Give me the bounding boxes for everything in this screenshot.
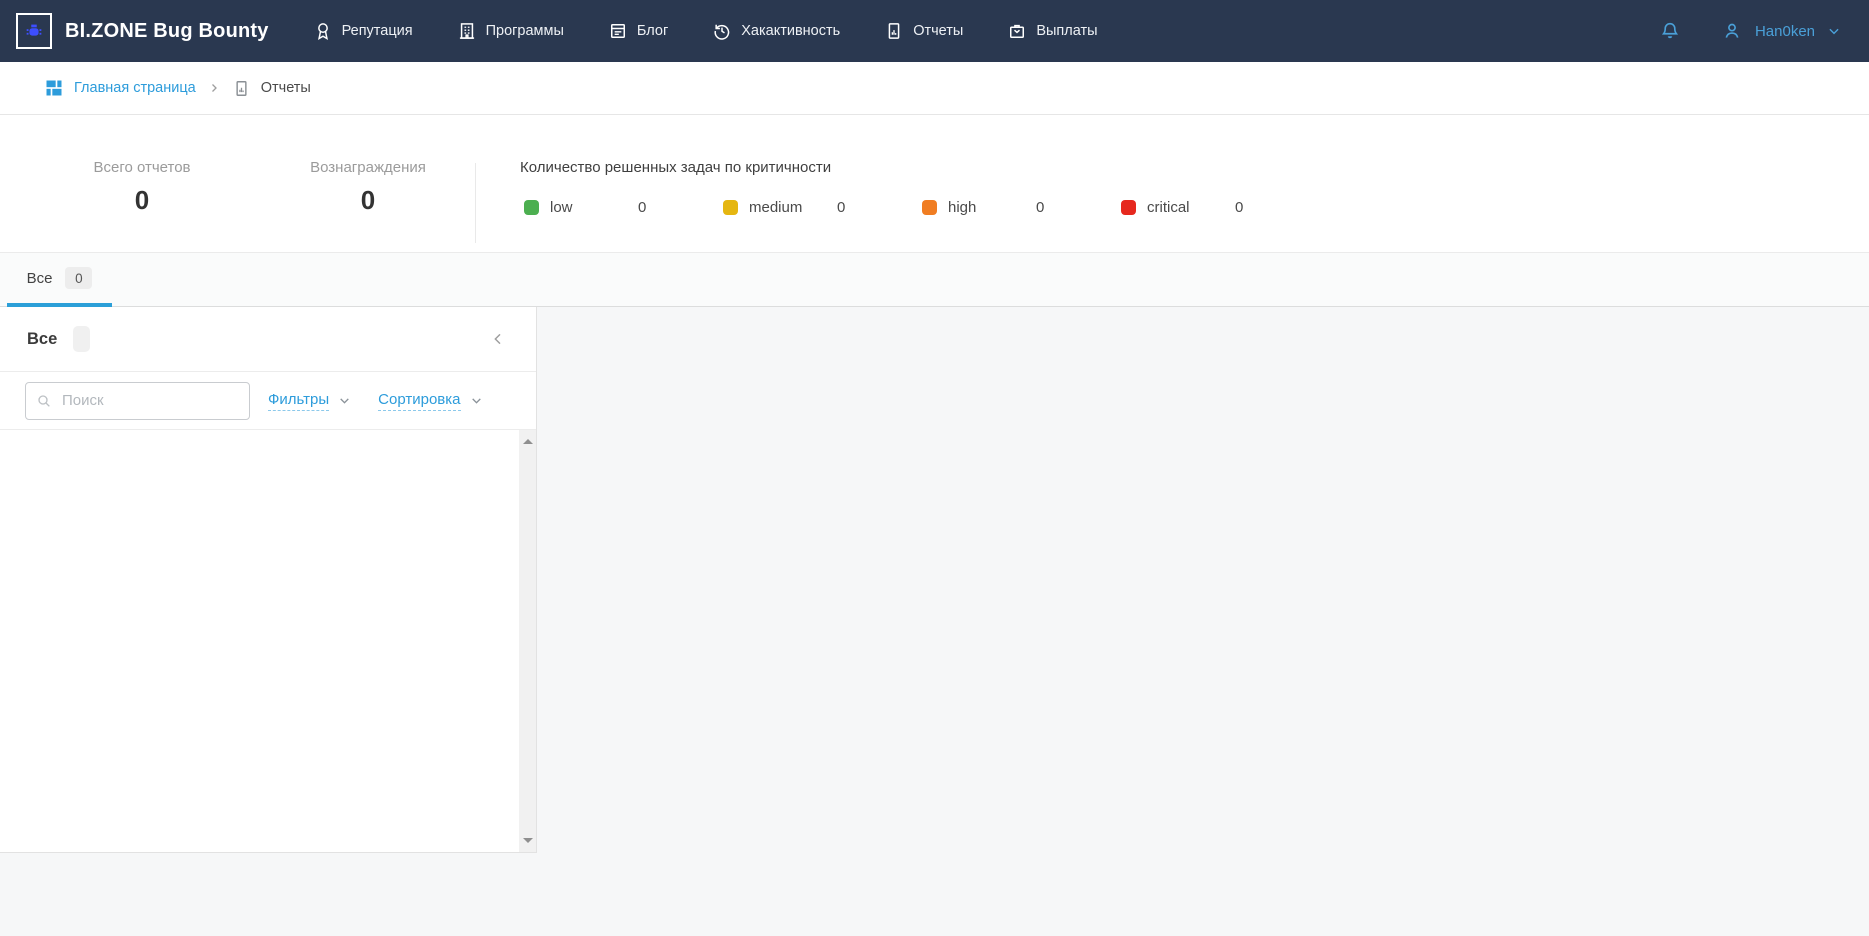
severity-swatch [723, 200, 738, 215]
stat-total-reports: Всего отчетов 0 [47, 159, 237, 216]
list-scrollbar[interactable] [519, 430, 536, 852]
legend-item-high: high 0 [922, 199, 1121, 216]
breadcrumb-current-label: Отчеты [261, 80, 311, 96]
nav-item-reports[interactable]: Отчеты [884, 21, 963, 41]
building-icon [457, 21, 477, 41]
nav-item-label: Хакактивность [741, 23, 840, 39]
nav-item-label: Отчеты [913, 23, 963, 39]
main-content-area [538, 307, 1869, 936]
search-box [25, 382, 250, 420]
nav-item-label: Репутация [342, 23, 413, 39]
chevron-down-icon [338, 394, 351, 407]
breadcrumb-home[interactable]: Главная страница [44, 78, 196, 98]
stat-value: 0 [47, 185, 237, 216]
brand-home-link[interactable]: BI.ZONE Bug Bounty [16, 13, 269, 49]
tab-all-label: Все [27, 270, 53, 287]
legend-value: 0 [1036, 199, 1044, 216]
chevron-down-icon [1827, 24, 1841, 38]
filters-dropdown[interactable]: Фильтры [268, 391, 351, 411]
medal-icon [313, 21, 333, 41]
nav-item-programs[interactable]: Программы [457, 21, 564, 41]
legend-label: low [550, 199, 638, 216]
collapse-panel-chevron-left-icon[interactable] [490, 331, 506, 347]
panel-title: Все [27, 330, 57, 349]
panel-count-badge [73, 326, 90, 352]
scroll-up-arrow[interactable] [519, 433, 536, 450]
navbar-right: Han0ken [1659, 20, 1841, 42]
report-icon [884, 21, 904, 41]
news-icon [608, 21, 628, 41]
stat-rewards: Вознаграждения 0 [273, 159, 463, 216]
username: Han0ken [1755, 23, 1815, 40]
dashboard-grid-icon [44, 78, 64, 98]
vertical-divider [475, 163, 476, 243]
panel-header: Все [0, 307, 536, 372]
severity-swatch [524, 200, 539, 215]
main-nav: Репутация Программы Блог [313, 21, 1098, 41]
brand-title: BI.ZONE Bug Bounty [65, 20, 269, 43]
nav-item-reputation[interactable]: Репутация [313, 21, 413, 41]
tab-bar: Все 0 [0, 253, 1869, 307]
breadcrumb-home-label: Главная страница [74, 80, 196, 96]
nav-item-blog[interactable]: Блог [608, 21, 668, 41]
notifications-bell-icon[interactable] [1659, 20, 1681, 42]
nav-item-hackactivity[interactable]: Хакактивность [712, 21, 840, 41]
briefcase-icon [1007, 21, 1027, 41]
user-menu[interactable]: Han0ken [1721, 20, 1841, 42]
scroll-down-arrow[interactable] [519, 832, 536, 849]
severity-swatch [922, 200, 937, 215]
report-doc-icon [232, 79, 251, 98]
legend-label: medium [749, 199, 837, 216]
search-icon [36, 393, 52, 409]
severity-swatch [1121, 200, 1136, 215]
tab-all[interactable]: Все 0 [7, 253, 112, 307]
tab-all-count-badge: 0 [65, 267, 92, 289]
legend-item-critical: critical 0 [1121, 199, 1320, 216]
legend-item-medium: medium 0 [723, 199, 922, 216]
reports-list [0, 430, 536, 852]
nav-item-label: Блог [637, 23, 668, 39]
nav-item-label: Программы [486, 23, 564, 39]
sort-label: Сортировка [378, 391, 460, 411]
panel-toolbar: Фильтры Сортировка [0, 372, 536, 430]
history-icon [712, 21, 732, 41]
legend-item-low: low 0 [524, 199, 723, 216]
search-input[interactable] [25, 382, 250, 420]
severity-chart-title: Количество решенных задач по критичности [520, 159, 831, 176]
stat-value: 0 [273, 185, 463, 216]
legend-label: critical [1147, 199, 1235, 216]
reports-list-panel: Все Фильтры Сортировка [0, 307, 537, 853]
filters-label: Фильтры [268, 391, 329, 411]
legend-label: high [948, 199, 1036, 216]
breadcrumb: Главная страница Отчеты [0, 62, 1869, 115]
sort-dropdown[interactable]: Сортировка [378, 391, 482, 411]
chevron-right-icon [208, 82, 220, 94]
nav-item-payments[interactable]: Выплаты [1007, 21, 1097, 41]
top-navbar: BI.ZONE Bug Bounty Репутация Программы [0, 0, 1869, 62]
legend-value: 0 [1235, 199, 1243, 216]
severity-legend: low 0 medium 0 high 0 critical 0 [524, 199, 1320, 216]
legend-value: 0 [837, 199, 845, 216]
stat-label: Вознаграждения [273, 159, 463, 176]
user-icon [1721, 20, 1743, 42]
legend-value: 0 [638, 199, 646, 216]
stats-section: Всего отчетов 0 Вознаграждения 0 Количес… [0, 115, 1869, 253]
chevron-down-icon [470, 394, 483, 407]
bizone-bug-logo-icon [16, 13, 52, 49]
stat-label: Всего отчетов [47, 159, 237, 176]
breadcrumb-current: Отчеты [232, 79, 311, 98]
nav-item-label: Выплаты [1036, 23, 1097, 39]
